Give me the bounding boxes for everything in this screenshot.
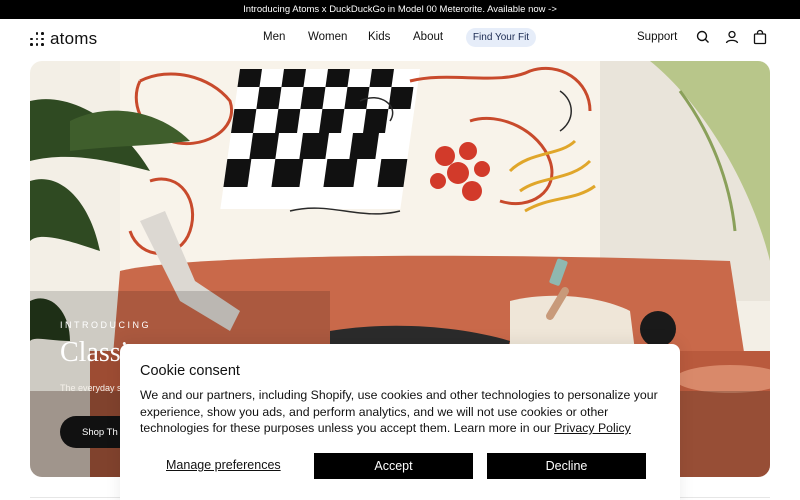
announcement-text[interactable]: Introducing Atoms x DuckDuckGo in Model …: [243, 4, 557, 15]
brand-name: atoms: [50, 29, 98, 48]
atoms-logo-icon: [30, 32, 44, 46]
decline-button[interactable]: Decline: [487, 453, 646, 479]
bag-icon[interactable]: [752, 29, 768, 45]
nav-men[interactable]: Men: [263, 31, 285, 43]
cookie-body: We and our partners, including Shopify, …: [140, 387, 665, 437]
manage-preferences-link[interactable]: Manage preferences: [166, 458, 281, 472]
nav-women[interactable]: Women: [308, 31, 347, 43]
nav-about[interactable]: About: [413, 31, 443, 43]
hero-subtitle: The everyday s: [60, 383, 122, 393]
privacy-policy-link[interactable]: Privacy Policy: [554, 421, 631, 435]
main-navigation: atoms Men Women Kids About Find Your Fit…: [0, 19, 800, 61]
cookie-consent-dialog: Cookie consent We and our partners, incl…: [120, 344, 680, 500]
accept-button[interactable]: Accept: [314, 453, 473, 479]
nav-kids[interactable]: Kids: [368, 31, 390, 43]
announcement-bar[interactable]: Introducing Atoms x DuckDuckGo in Model …: [0, 0, 800, 19]
find-your-fit-button[interactable]: Find Your Fit: [466, 28, 536, 47]
nav-support[interactable]: Support: [637, 31, 677, 43]
hero-eyebrow: INTRODUCING: [60, 320, 151, 330]
account-icon[interactable]: [724, 29, 740, 45]
search-icon[interactable]: [695, 29, 711, 45]
logo[interactable]: atoms: [30, 29, 97, 49]
cookie-title: Cookie consent: [140, 363, 240, 379]
